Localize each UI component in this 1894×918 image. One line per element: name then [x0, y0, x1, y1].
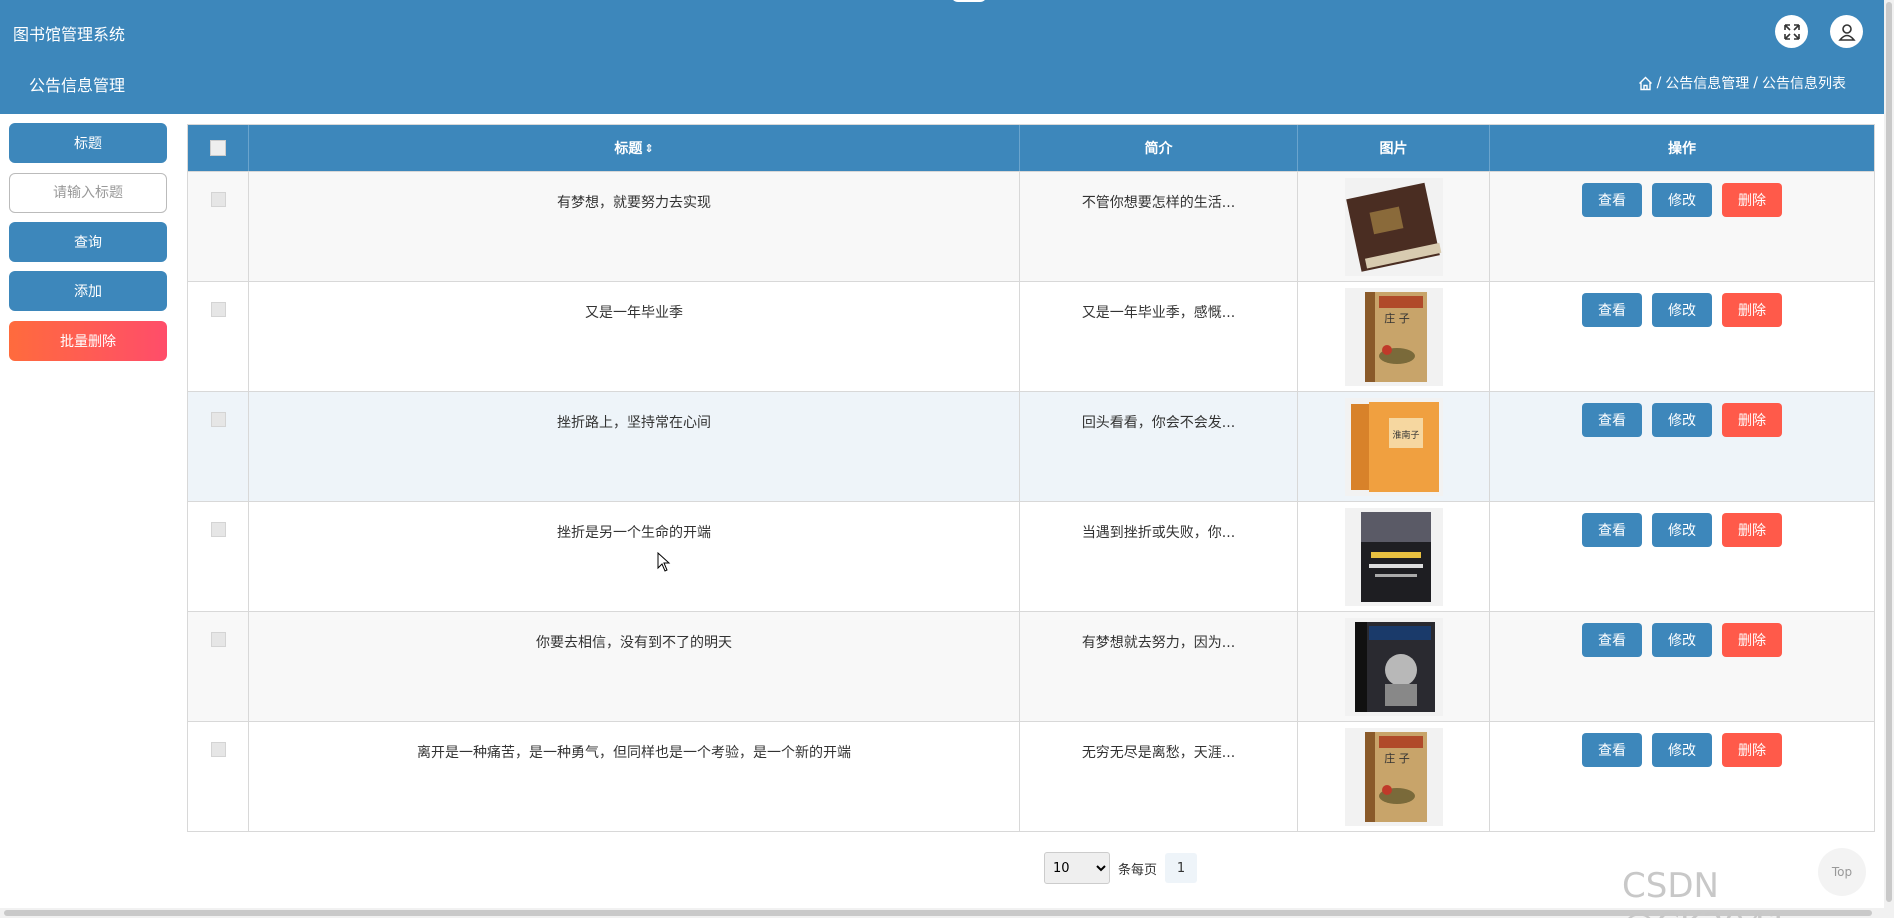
expand-icon	[1783, 23, 1800, 40]
row-title: 挫折是另一个生命的开端	[249, 502, 1020, 611]
table-header: 标题 ⇕ 简介 图片 操作	[188, 125, 1874, 171]
svg-text:庄 子: 庄 子	[1384, 311, 1410, 325]
app-title: 图书馆管理系统	[13, 25, 126, 44]
column-header-image: 图片	[1298, 125, 1490, 171]
edit-button[interactable]: 修改	[1652, 513, 1712, 547]
delete-button[interactable]: 删除	[1722, 403, 1782, 437]
delete-button[interactable]: 删除	[1722, 623, 1782, 657]
edit-button[interactable]: 修改	[1652, 293, 1712, 327]
row-intro: 不管你想要怎样的生活...	[1020, 172, 1298, 281]
row-intro: 回头看看，你会不会发...	[1020, 392, 1298, 501]
user-icon	[1837, 23, 1856, 41]
batch-delete-button[interactable]: 批量删除	[9, 321, 167, 361]
row-title: 又是一年毕业季	[249, 282, 1020, 391]
column-title-label: 标题	[614, 141, 643, 157]
row-title: 有梦想，就要努力去实现	[249, 172, 1020, 281]
horizontal-scrollbar[interactable]	[0, 908, 1884, 918]
view-button[interactable]: 查看	[1582, 733, 1642, 767]
search-field-wrapper	[9, 173, 167, 213]
page-title: 公告信息管理	[29, 76, 126, 95]
table-row: 挫折是另一个生命的开端 当遇到挫折或失败，你... 查看 修改 删除	[188, 501, 1874, 611]
watermark: CSDN @CK3041	[1622, 866, 1789, 918]
pagination: 10 条每页 1	[1044, 852, 1198, 884]
row-checkbox[interactable]	[210, 522, 226, 537]
row-intro: 有梦想就去努力，因为...	[1020, 612, 1298, 721]
breadcrumb-separator: /	[1656, 75, 1662, 91]
table-row: 挫折路上，坚持常在心间 回头看看，你会不会发... 淮南子 查看 修改 删除	[188, 391, 1874, 501]
delete-button[interactable]: 删除	[1722, 293, 1782, 327]
fullscreen-button[interactable]	[1775, 15, 1808, 48]
breadcrumb-separator: /	[1753, 75, 1758, 91]
top-handle	[951, 0, 987, 2]
vertical-scrollbar[interactable]	[1884, 0, 1894, 918]
svg-text:淮南子: 淮南子	[1392, 429, 1419, 441]
row-checkbox[interactable]	[210, 412, 226, 427]
row-intro: 又是一年毕业季，感慨...	[1020, 282, 1298, 391]
table-row: 又是一年毕业季 又是一年毕业季，感慨... 庄 子 查看 修改 删除	[188, 281, 1874, 391]
query-button[interactable]: 查询	[9, 222, 167, 262]
table-row: 离开是一种痛苦，是一种勇气，但同样也是一个考验，是一个新的开端 无穷无尽是离愁，…	[188, 721, 1874, 831]
row-intro: 当遇到挫折或失败，你...	[1020, 502, 1298, 611]
page-number-current[interactable]: 1	[1165, 853, 1198, 883]
row-checkbox[interactable]	[210, 632, 226, 647]
breadcrumb-item-notice-management[interactable]: 公告信息管理	[1665, 73, 1749, 93]
edit-button[interactable]: 修改	[1652, 403, 1712, 437]
row-checkbox[interactable]	[210, 302, 226, 317]
per-page-label: 条每页	[1118, 862, 1158, 878]
delete-button[interactable]: 删除	[1722, 513, 1782, 547]
view-button[interactable]: 查看	[1582, 513, 1642, 547]
view-button[interactable]: 查看	[1582, 403, 1642, 437]
column-header-title[interactable]: 标题 ⇕	[249, 125, 1020, 171]
column-header-actions: 操作	[1668, 141, 1696, 157]
delete-button[interactable]: 删除	[1722, 183, 1782, 217]
row-title: 离开是一种痛苦，是一种勇气，但同样也是一个考验，是一个新的开端	[249, 722, 1020, 831]
search-title-label: 标题	[9, 123, 167, 163]
top-header: 图书馆管理系统 公告信息管理 / 公告信息管理 / 公告信息列表	[0, 0, 1884, 114]
book-cover-image: 庄 子	[1344, 287, 1443, 386]
row-checkbox[interactable]	[210, 192, 226, 207]
title-search-input[interactable]	[10, 174, 166, 212]
book-cover-image	[1344, 507, 1443, 606]
row-title: 你要去相信，没有到不了的明天	[249, 612, 1020, 721]
scrollbar-thumb[interactable]	[4, 910, 1872, 916]
book-cover-image	[1344, 617, 1443, 716]
delete-button[interactable]: 删除	[1722, 733, 1782, 767]
user-button[interactable]	[1830, 15, 1863, 48]
scrollbar-thumb[interactable]	[1886, 2, 1892, 902]
edit-button[interactable]: 修改	[1652, 623, 1712, 657]
row-title: 挫折路上，坚持常在心间	[249, 392, 1020, 501]
row-intro: 无穷无尽是离愁，天涯...	[1020, 722, 1298, 831]
table-row: 有梦想，就要努力去实现 不管你想要怎样的生活... 查看 修改 删除	[188, 171, 1874, 281]
header-checkbox-cell	[188, 125, 249, 171]
breadcrumb: / 公告信息管理 / 公告信息列表	[1638, 73, 1846, 93]
view-button[interactable]: 查看	[1582, 623, 1642, 657]
edit-button[interactable]: 修改	[1652, 733, 1712, 767]
column-header-intro: 简介	[1020, 125, 1298, 171]
home-icon[interactable]	[1638, 76, 1653, 91]
book-cover-image: 庄 子	[1344, 727, 1443, 826]
notice-table: 标题 ⇕ 简介 图片 操作 有梦想，就要努力去实现 不管你想要怎样的生活... 查…	[187, 124, 1875, 832]
sort-icon[interactable]: ⇕	[644, 142, 653, 155]
book-cover-image	[1344, 177, 1443, 276]
add-button[interactable]: 添加	[9, 271, 167, 311]
mouse-cursor-icon	[657, 552, 671, 572]
svg-text:庄 子: 庄 子	[1384, 751, 1410, 765]
view-button[interactable]: 查看	[1582, 293, 1642, 327]
select-all-checkbox[interactable]	[210, 140, 226, 156]
row-checkbox[interactable]	[210, 742, 226, 757]
table-row: 你要去相信，没有到不了的明天 有梦想就去努力，因为... 查看 修改 删除	[188, 611, 1874, 721]
page-size-select[interactable]: 10	[1044, 852, 1110, 884]
view-button[interactable]: 查看	[1582, 183, 1642, 217]
book-cover-image: 淮南子	[1344, 397, 1443, 496]
breadcrumb-item-notice-list: 公告信息列表	[1762, 76, 1846, 92]
edit-button[interactable]: 修改	[1652, 183, 1712, 217]
